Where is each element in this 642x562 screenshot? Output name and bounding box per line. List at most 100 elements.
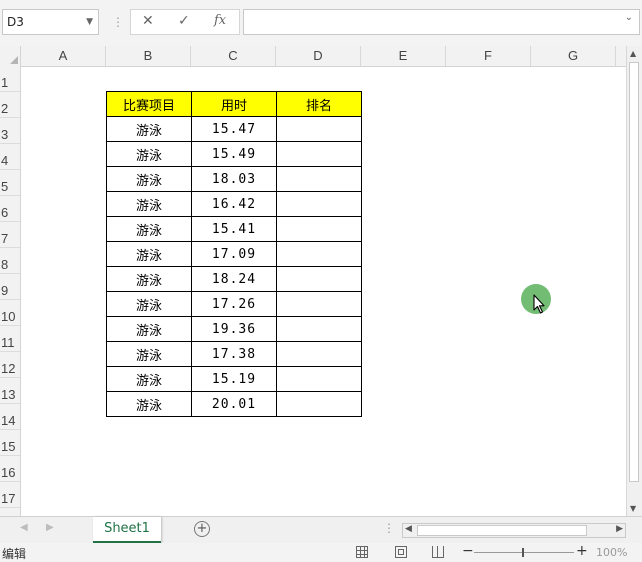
cell-time[interactable]: 15.19 [191,366,277,392]
next-sheet-icon[interactable]: ▶ [46,522,54,533]
row-header[interactable]: 2 [0,92,20,118]
header-cell-rank[interactable]: 排名 [276,91,362,117]
scroll-down-icon[interactable]: ▼ [630,504,636,513]
row-header[interactable]: 3 [0,118,20,144]
column-header-f[interactable]: F [446,46,531,66]
zoom-out-icon[interactable]: − [462,543,474,559]
row-header[interactable]: 5 [0,170,20,196]
page-break-view-icon[interactable] [432,546,444,558]
normal-view-icon[interactable] [356,546,368,558]
cell-event[interactable]: 游泳 [106,291,192,317]
zoom-in-icon[interactable]: + [576,543,588,559]
more-dots-icon[interactable]: ⋮ [383,521,395,535]
cell-event[interactable]: 游泳 [106,366,192,392]
sheet-tab-bar: ◀ ▶ Sheet1 + ⋮ ◀ ▶ [0,516,642,543]
cell-rank[interactable] [276,166,362,192]
cell-event[interactable]: 游泳 [106,241,192,267]
zoom-slider[interactable] [474,548,574,557]
table-row: 游泳 17.26 [106,291,362,317]
zoom-level[interactable]: 100% [596,546,627,559]
cell-event[interactable]: 游泳 [106,266,192,292]
cell-time[interactable]: 18.24 [191,266,277,292]
cell-event[interactable]: 游泳 [106,116,192,142]
cell-rank[interactable] [276,216,362,242]
column-header-a[interactable]: A [21,46,106,66]
column-header-e[interactable]: E [361,46,446,66]
scroll-up-icon[interactable]: ▲ [630,49,636,58]
row-header[interactable]: 16 [0,456,20,482]
cell-rank[interactable] [276,116,362,142]
scroll-right-icon[interactable]: ▶ [616,524,623,534]
row-header[interactable]: 4 [0,144,20,170]
cell-time[interactable]: 15.41 [191,216,277,242]
table-row: 游泳 16.42 [106,191,362,217]
cell-time[interactable]: 17.38 [191,341,277,367]
cell-rank[interactable] [276,266,362,292]
cell-time[interactable]: 17.09 [191,241,277,267]
cell-time[interactable]: 16.42 [191,191,277,217]
page-layout-view-icon[interactable] [395,546,407,558]
expand-formula-icon[interactable]: ⌄ [625,12,633,23]
cell-rank[interactable] [276,141,362,167]
column-header-g[interactable]: G [531,46,616,66]
cell-time[interactable]: 15.47 [191,116,277,142]
row-header[interactable]: 13 [0,378,20,404]
column-header-d[interactable]: D [276,46,361,66]
cell-rank[interactable] [276,191,362,217]
cell-event[interactable]: 游泳 [106,341,192,367]
table-row: 游泳 18.24 [106,266,362,292]
cell-rank[interactable] [276,366,362,392]
row-header[interactable]: 11 [0,326,20,352]
cell-time[interactable]: 17.26 [191,291,277,317]
header-cell-time[interactable]: 用时 [191,91,277,117]
table-header-row: 比赛项目 用时 排名 [106,91,362,117]
cell-time[interactable]: 15.49 [191,141,277,167]
row-header[interactable]: 10 [0,300,20,326]
row-header[interactable]: 7 [0,222,20,248]
row-header[interactable]: 1 [0,66,20,92]
horizontal-scrollbar[interactable]: ◀ ▶ [402,523,626,538]
cell-event[interactable]: 游泳 [106,191,192,217]
cell-time[interactable]: 18.03 [191,166,277,192]
zoom-slider-knob[interactable] [522,548,524,557]
name-box[interactable]: D3 ▼ [2,9,99,35]
plus-circle-icon[interactable]: + [194,521,210,537]
cell-rank[interactable] [276,241,362,267]
cell-event[interactable]: 游泳 [106,216,192,242]
table-row: 游泳 15.19 [106,366,362,392]
row-header[interactable]: 17 [0,482,20,508]
cell-event[interactable]: 游泳 [106,316,192,342]
cell-event[interactable]: 游泳 [106,391,192,417]
formula-bar: D3 ▼ ⋮ ✕ ✓ fx ⌄ [0,0,642,46]
row-header[interactable]: 8 [0,248,20,274]
more-dots-icon[interactable]: ⋮ [112,12,124,32]
cancel-icon[interactable]: ✕ [142,13,154,29]
row-header[interactable]: 9 [0,274,20,300]
vertical-scroll-thumb[interactable] [629,62,639,482]
select-all-button[interactable] [0,46,21,66]
cell-rank[interactable] [276,291,362,317]
cell-rank[interactable] [276,316,362,342]
row-header[interactable]: 6 [0,196,20,222]
scroll-left-icon[interactable]: ◀ [405,524,412,534]
column-header-b[interactable]: B [106,46,191,66]
cell-rank[interactable] [276,391,362,417]
enter-icon[interactable]: ✓ [178,13,190,29]
sheet-tab-sheet1[interactable]: Sheet1 [93,517,161,543]
row-header[interactable]: 14 [0,404,20,430]
cell-event[interactable]: 游泳 [106,141,192,167]
cell-event[interactable]: 游泳 [106,166,192,192]
insert-function-icon[interactable]: fx [214,13,226,28]
cell-time[interactable]: 20.01 [191,391,277,417]
chevron-down-icon[interactable]: ▼ [86,10,93,34]
cell-time[interactable]: 19.36 [191,316,277,342]
horizontal-scroll-thumb[interactable] [417,525,587,536]
column-header-c[interactable]: C [191,46,276,66]
formula-input[interactable]: ⌄ [243,9,640,35]
prev-sheet-icon[interactable]: ◀ [20,522,28,533]
header-cell-event[interactable]: 比赛项目 [106,91,192,117]
row-header[interactable]: 12 [0,352,20,378]
vertical-scrollbar[interactable]: ▲ ▼ [626,46,642,516]
row-header[interactable]: 15 [0,430,20,456]
cell-rank[interactable] [276,341,362,367]
